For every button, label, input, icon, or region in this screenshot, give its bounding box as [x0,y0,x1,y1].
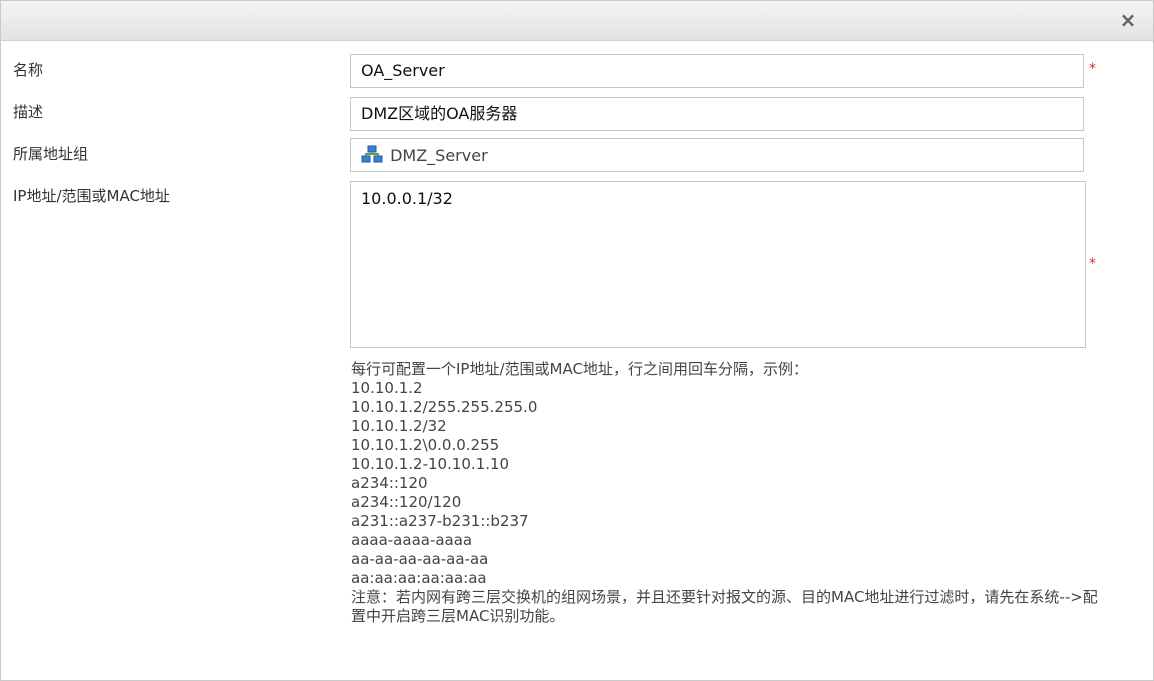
address-textarea[interactable]: 10.0.0.1/32 [350,181,1086,348]
help-example: a234::120/120 [351,493,462,511]
address-required-mark: * [1089,256,1096,272]
name-required-mark: * [1089,61,1096,77]
help-note: 注意：若内网有跨三层交换机的组网场景，并且还要针对报文的源、目的MAC地址进行过… [351,588,1098,625]
description-input[interactable]: DMZ区域的OA服务器 [350,97,1084,131]
help-example: 10.10.1.2/32 [351,417,447,435]
group-select[interactable]: DMZ_Server [350,138,1084,172]
name-label: 名称 [13,61,44,79]
group-value: DMZ_Server [390,146,488,165]
address-label: IP地址/范围或MAC地址 [13,187,170,205]
help-example: 10.10.1.2-10.10.1.10 [351,455,510,473]
address-edit-dialog: × 名称 OA_Server * 描述 DMZ区域的OA服务器 所属地址组 DM… [0,0,1154,681]
help-example: 10.10.1.2 [351,379,423,397]
description-label: 描述 [13,103,44,121]
help-example: 10.10.1.2\0.0.0.255 [351,436,500,454]
dialog-titlebar: × [1,1,1153,41]
close-icon[interactable]: × [1115,7,1141,33]
help-example: aa-aa-aa-aa-aa-aa [351,550,489,568]
help-example: aa:aa:aa:aa:aa:aa [351,569,487,587]
help-example: a234::120 [351,474,428,492]
name-input[interactable]: OA_Server [350,54,1084,88]
network-group-icon [361,145,383,167]
help-example: a231::a237-b231::b237 [351,512,529,530]
help-example: aaaa-aaaa-aaaa [351,531,473,549]
help-example: 10.10.1.2/255.255.255.0 [351,398,538,416]
address-help: 每行可配置一个IP地址/范围或MAC地址，行之间用回车分隔，示例： 10.10.… [351,360,1111,626]
help-intro: 每行可配置一个IP地址/范围或MAC地址，行之间用回车分隔，示例： [351,360,808,378]
group-label: 所属地址组 [13,145,89,163]
